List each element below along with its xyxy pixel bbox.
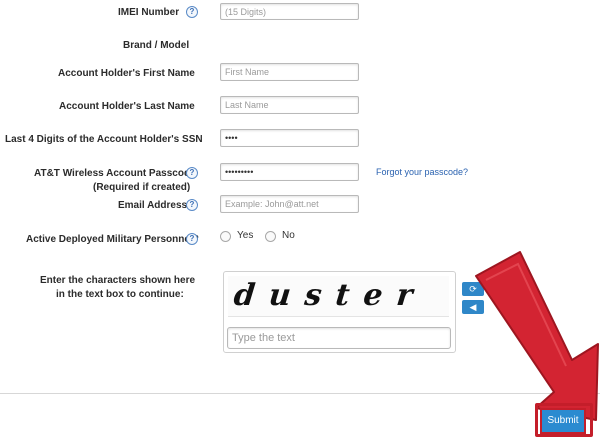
annotation-arrow-icon [475,251,599,421]
submit-button[interactable]: Submit [540,408,586,434]
